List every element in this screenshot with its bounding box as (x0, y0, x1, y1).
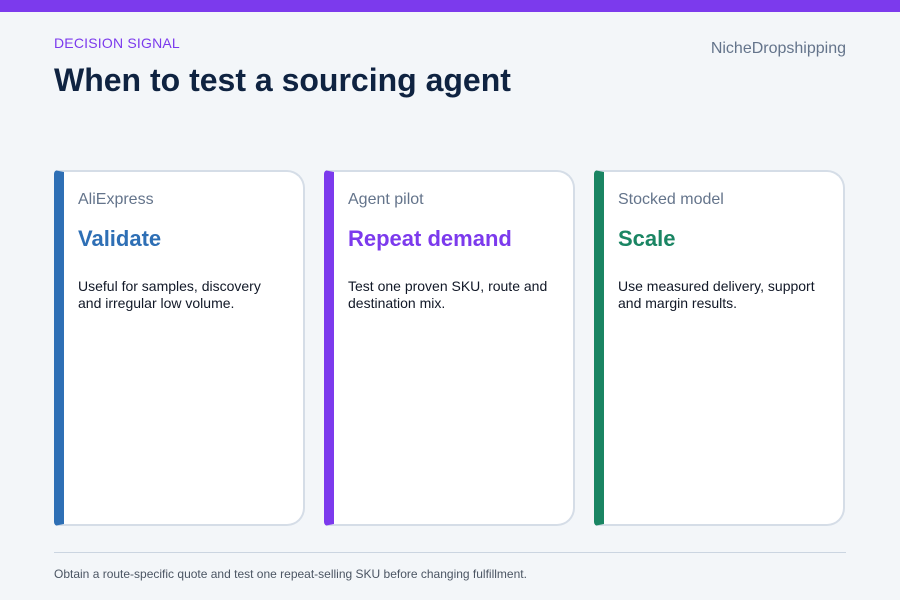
card-heading: Repeat demand (348, 226, 512, 251)
brand-name: NicheDropshipping (710, 40, 846, 57)
card-label: AliExpress (78, 191, 154, 208)
footer-divider (54, 552, 846, 553)
card-label: Stocked model (618, 191, 724, 208)
footer-note: Obtain a route-specific quote and test o… (54, 567, 527, 581)
card-scale: Stocked model Scale Use measured deliver… (594, 170, 845, 526)
card-validate: AliExpress Validate Useful for samples, … (54, 170, 305, 526)
page-title: When to test a sourcing agent (54, 62, 511, 98)
card-heading: Validate (78, 226, 162, 251)
card-body: Use measured delivery, support and margi… (618, 278, 815, 311)
eyebrow-label: DECISION SIGNAL (54, 35, 180, 51)
card-heading: Scale (618, 226, 676, 251)
card-label: Agent pilot (348, 191, 424, 208)
top-accent-bar (0, 0, 900, 12)
card-repeat-demand: Agent pilot Repeat demand Test one prove… (324, 170, 575, 526)
card-body: Useful for samples, discovery and irregu… (78, 278, 261, 311)
card-body: Test one proven SKU, route and destinati… (348, 278, 548, 311)
